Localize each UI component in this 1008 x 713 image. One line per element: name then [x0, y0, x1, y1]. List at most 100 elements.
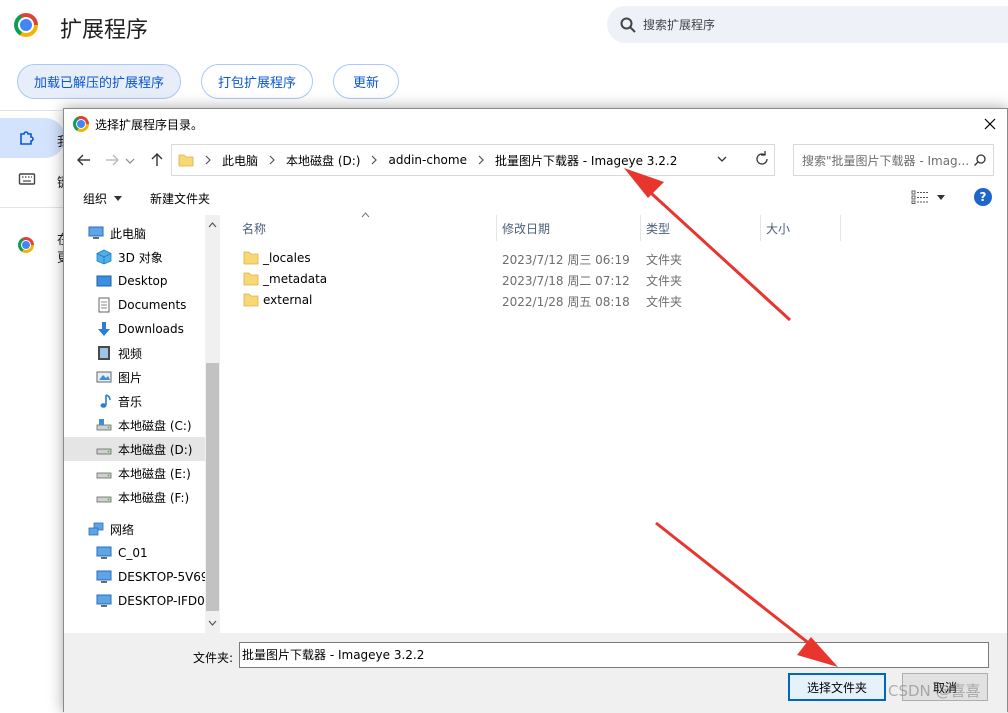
organize-label: 组织 — [83, 192, 108, 206]
computer-icon — [96, 546, 112, 559]
music-icon — [100, 394, 111, 408]
nav-scrollbar[interactable] — [205, 215, 220, 633]
up-arrow-icon[interactable] — [148, 151, 166, 169]
extensions-search[interactable]: 搜索扩展程序 — [607, 6, 1008, 43]
new-folder-button[interactable]: 新建文件夹 — [150, 190, 210, 207]
file-type: 文件夹 — [646, 274, 683, 288]
nav-label: DESKTOP-5V69 — [118, 570, 209, 584]
load-unpacked-button[interactable]: 加载已解压的扩展程序 — [17, 64, 181, 99]
organize-menu[interactable]: 组织 — [83, 190, 123, 207]
nav-item-drive-e[interactable]: 本地磁盘 (E:) — [64, 461, 220, 485]
nav-label: 本地磁盘 (F:) — [118, 490, 190, 505]
3d-objects-icon — [96, 249, 112, 265]
caret-down-icon — [114, 195, 123, 201]
address-bar[interactable]: 此电脑 本地磁盘 (D:) addin-chome 批量图片下载器 - Imag… — [171, 144, 775, 176]
file-row[interactable]: external 2022/1/28 周五 08:18 文件夹 — [236, 290, 836, 311]
address-dropdown-chevron-icon[interactable] — [716, 153, 728, 165]
chevron-right-icon[interactable] — [204, 155, 212, 165]
folder-icon — [178, 154, 194, 167]
file-name: _metadata — [263, 272, 328, 286]
pack-extension-button[interactable]: 打包扩展程序 — [201, 64, 313, 99]
forward-arrow-icon[interactable] — [103, 151, 121, 169]
select-folder-dialog: 选择扩展程序目录。 此电脑 本地磁盘 (D:) addin-chome 批量图片… — [63, 108, 1008, 713]
file-type: 文件夹 — [646, 295, 683, 309]
folder-search-input[interactable]: 搜索"批量图片下载器 - Imag... — [793, 144, 994, 176]
nav-item-videos[interactable]: 视频 — [64, 341, 220, 365]
caret-down-icon[interactable] — [937, 195, 945, 201]
downloads-icon — [98, 322, 110, 336]
chrome-web-store-icon — [18, 237, 34, 253]
nav-item-drive-f[interactable]: 本地磁盘 (F:) — [64, 485, 220, 509]
network-icon — [88, 522, 104, 536]
nav-label: 图片 — [118, 370, 143, 385]
nav-item-network[interactable]: 网络 — [64, 517, 220, 541]
nav-item-drive-d[interactable]: 本地磁盘 (D:) — [64, 437, 205, 461]
nav-label: 本地磁盘 (E:) — [118, 466, 191, 481]
sidebar-divider — [0, 207, 65, 208]
recent-chevron-down-icon[interactable] — [125, 151, 135, 169]
file-row[interactable]: _metadata 2023/7/18 周二 07:12 文件夹 — [236, 269, 836, 290]
nav-item-3d-objects[interactable]: 3D 对象 — [64, 245, 220, 269]
chevron-right-icon[interactable] — [370, 155, 378, 165]
folder-name-input[interactable]: 批量图片下载器 - Imageye 3.2.2 — [239, 642, 989, 668]
column-header-size[interactable]: 大小 — [760, 215, 840, 241]
nav-item-desktop-ifd0[interactable]: DESKTOP-IFD0 — [64, 589, 220, 613]
nav-label: DESKTOP-IFD0 — [118, 594, 205, 608]
update-button[interactable]: 更新 — [333, 64, 399, 99]
nav-item-downloads[interactable]: Downloads — [64, 317, 220, 341]
column-header-name[interactable]: 名称 — [236, 215, 496, 241]
computer-icon — [96, 594, 112, 607]
breadcrumb-item[interactable]: addin-chome — [388, 153, 466, 167]
drive-icon — [96, 448, 112, 455]
scroll-down-icon[interactable] — [208, 620, 217, 626]
nav-label: 视频 — [118, 346, 143, 361]
drive-icon — [96, 419, 112, 431]
nav-item-desktop[interactable]: Desktop — [64, 269, 220, 293]
nav-item-drive-c[interactable]: 本地磁盘 (C:) — [64, 413, 220, 437]
nav-item-music[interactable]: 音乐 — [64, 389, 220, 413]
file-type: 文件夹 — [646, 253, 683, 267]
keyboard-icon — [18, 173, 36, 185]
chevron-right-icon[interactable] — [477, 155, 485, 165]
close-icon[interactable] — [981, 115, 999, 133]
help-icon[interactable]: ? — [974, 188, 992, 206]
documents-icon — [98, 297, 110, 313]
page-title: 扩展程序 — [60, 18, 149, 43]
file-row[interactable]: _locales 2023/7/12 周三 06:19 文件夹 — [236, 248, 836, 269]
computer-icon — [96, 570, 112, 583]
file-modified: 2022/1/28 周五 08:18 — [502, 295, 630, 309]
nav-item-c01[interactable]: C_01 — [64, 541, 220, 565]
file-name: external — [263, 293, 313, 307]
chrome-icon — [73, 116, 89, 132]
chrome-logo-icon — [14, 13, 38, 37]
view-options-icon[interactable] — [911, 189, 931, 205]
breadcrumb-item[interactable]: 此电脑 — [222, 152, 258, 169]
dialog-footer: 文件夹: 批量图片下载器 - Imageye 3.2.2 选择文件夹 取消 — [64, 633, 1007, 713]
file-modified: 2023/7/12 周三 06:19 — [502, 253, 630, 267]
puzzle-icon — [20, 131, 34, 145]
chevron-right-icon[interactable] — [268, 155, 276, 165]
file-modified: 2023/7/18 周二 07:12 — [502, 274, 630, 288]
refresh-icon[interactable] — [752, 147, 772, 171]
breadcrumb-item[interactable]: 批量图片下载器 - Imageye 3.2.2 — [495, 152, 677, 169]
dialog-title: 选择扩展程序目录。 — [95, 117, 204, 132]
scroll-up-icon[interactable] — [208, 222, 217, 228]
nav-label: 网络 — [110, 522, 135, 537]
nav-item-this-pc[interactable]: 此电脑 — [64, 221, 220, 245]
select-folder-button[interactable]: 选择文件夹 — [788, 673, 886, 701]
scrollbar-thumb[interactable] — [206, 363, 219, 611]
column-divider[interactable] — [840, 215, 841, 241]
nav-item-desktop-5v69[interactable]: DESKTOP-5V69 — [64, 565, 220, 589]
dialog-titlebar: 选择扩展程序目录。 — [64, 109, 1007, 139]
navigation-pane: 此电脑 3D 对象 Desktop Documents Downloads 视频… — [64, 215, 220, 633]
nav-label: Downloads — [118, 322, 184, 336]
column-header-modified[interactable]: 修改日期 — [496, 215, 640, 241]
nav-label: Documents — [118, 298, 187, 312]
back-arrow-icon[interactable] — [75, 151, 93, 169]
nav-label: 本地磁盘 (C:) — [118, 418, 192, 433]
nav-item-documents[interactable]: Documents — [64, 293, 220, 317]
nav-item-pictures[interactable]: 图片 — [64, 365, 220, 389]
drive-icon — [96, 472, 112, 479]
column-header-type[interactable]: 类型 — [640, 215, 760, 241]
breadcrumb-item[interactable]: 本地磁盘 (D:) — [286, 152, 360, 169]
